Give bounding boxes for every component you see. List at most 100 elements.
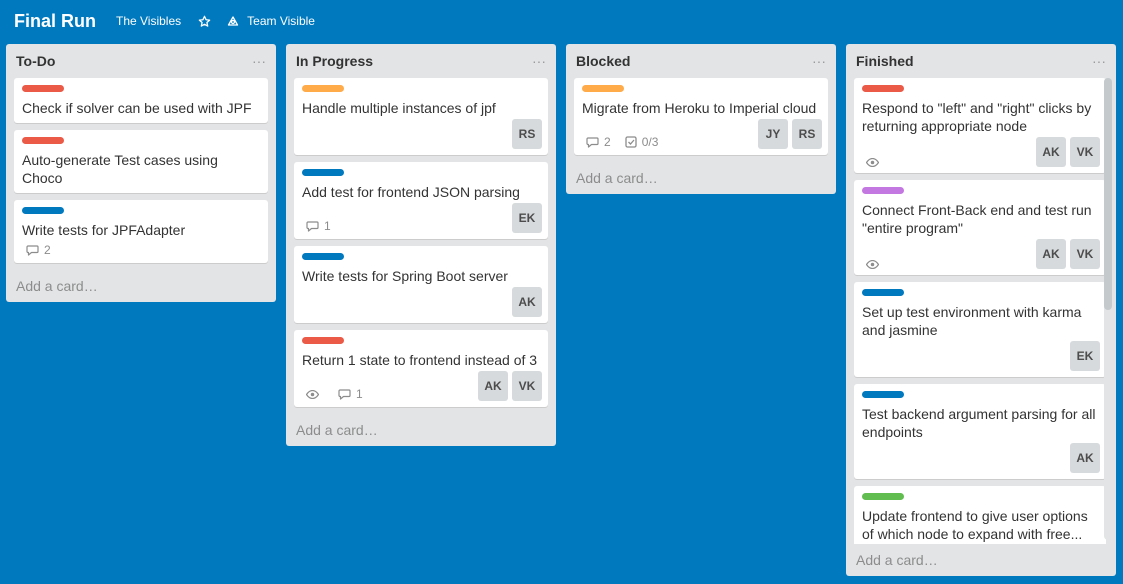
card-title: Handle multiple instances of jpf bbox=[302, 100, 496, 116]
member-avatar[interactable]: VK bbox=[1070, 239, 1100, 269]
card-footer: RS bbox=[302, 117, 542, 149]
comments-count: 2 bbox=[44, 243, 51, 257]
team-button[interactable]: Team Visible bbox=[227, 14, 315, 28]
card-badges: 2 bbox=[22, 239, 61, 257]
member-avatar[interactable]: VK bbox=[512, 371, 542, 401]
member-avatar[interactable]: AK bbox=[1070, 443, 1100, 473]
card-label bbox=[862, 493, 904, 500]
member-avatar[interactable]: RS bbox=[792, 119, 822, 149]
card-title: Migrate from Heroku to Imperial cloud bbox=[582, 100, 817, 116]
card[interactable]: Handle multiple instances of jpf RS bbox=[294, 78, 548, 155]
card-list: Migrate from Heroku to Imperial cloud 2 0/… bbox=[566, 78, 836, 155]
comment-icon bbox=[306, 220, 319, 232]
list-title[interactable]: In Progress bbox=[296, 53, 373, 69]
member-avatar[interactable]: VK bbox=[1070, 137, 1100, 167]
member-avatar[interactable]: RS bbox=[512, 119, 542, 149]
list-blocked: Blocked ··· Migrate from Heroku to Imperia… bbox=[566, 44, 836, 194]
list-to-do: To-Do ··· Check if solver can be used with… bbox=[6, 44, 276, 302]
card[interactable]: Migrate from Heroku to Imperial cloud 2 0/… bbox=[574, 78, 828, 155]
card-label bbox=[22, 85, 64, 92]
add-card-button[interactable]: Add a card… bbox=[566, 162, 836, 194]
card[interactable]: Update frontend to give user options of … bbox=[854, 486, 1106, 544]
card-title: Return 1 state to frontend instead of 3 bbox=[302, 352, 538, 368]
card-badges: 2 0/3 bbox=[582, 131, 668, 149]
member-avatar[interactable]: EK bbox=[512, 203, 542, 233]
card-members: AK bbox=[508, 287, 542, 317]
comments-count: 1 bbox=[356, 387, 363, 401]
card[interactable]: Respond to "left" and "right" clicks by … bbox=[854, 78, 1106, 173]
card-title: Connect Front-Back end and test run "ent… bbox=[862, 202, 1092, 236]
eye-icon bbox=[306, 389, 319, 399]
more-icon[interactable]: ··· bbox=[812, 54, 826, 68]
checklist-badge: 0/3 bbox=[625, 135, 659, 149]
add-card-button[interactable]: Add a card… bbox=[286, 414, 556, 446]
card-label bbox=[302, 253, 344, 260]
list-scrollbar[interactable] bbox=[1104, 78, 1112, 540]
card-footer: AK bbox=[862, 441, 1100, 473]
card-footer: AK VK bbox=[862, 135, 1100, 167]
comments-badge: 2 bbox=[586, 135, 611, 149]
card-label bbox=[862, 187, 904, 194]
card-list: Respond to "left" and "right" clicks by … bbox=[846, 78, 1116, 544]
add-card-button[interactable]: Add a card… bbox=[846, 544, 1116, 576]
checklist-icon bbox=[625, 136, 637, 148]
member-avatar[interactable]: AK bbox=[1036, 137, 1066, 167]
card-footer: 2 0/3 JY RS bbox=[582, 117, 822, 149]
card[interactable]: Connect Front-Back end and test run "ent… bbox=[854, 180, 1106, 275]
eye-icon bbox=[866, 260, 879, 269]
card-members: AK VK bbox=[1032, 137, 1100, 167]
more-icon[interactable]: ··· bbox=[1092, 54, 1106, 68]
card-title: Test backend argument parsing for all en… bbox=[862, 406, 1096, 440]
card-title: Auto-generate Test cases using Choco bbox=[22, 152, 218, 186]
comment-icon bbox=[586, 136, 599, 148]
member-avatar[interactable]: JY bbox=[758, 119, 788, 149]
card[interactable]: Check if solver can be used with JPF bbox=[14, 78, 268, 123]
member-avatar[interactable]: AK bbox=[478, 371, 508, 401]
card-badges bbox=[862, 154, 894, 167]
list-title[interactable]: Blocked bbox=[576, 53, 630, 69]
scrollbar-thumb[interactable] bbox=[1104, 78, 1112, 310]
comment-icon bbox=[26, 244, 39, 256]
card[interactable]: Return 1 state to frontend instead of 3 1… bbox=[294, 330, 548, 407]
list-title[interactable]: To-Do bbox=[16, 53, 55, 69]
list-title[interactable]: Finished bbox=[856, 53, 914, 69]
card-badges: 1 bbox=[302, 383, 373, 401]
card[interactable]: Write tests for Spring Boot server AK bbox=[294, 246, 548, 323]
checklist-count: 0/3 bbox=[641, 135, 659, 149]
card[interactable]: Add test for frontend JSON parsing 1 EK bbox=[294, 162, 548, 239]
list-header: Finished ··· bbox=[846, 44, 1116, 78]
card[interactable]: Auto-generate Test cases using Choco bbox=[14, 130, 268, 193]
card-title: Write tests for Spring Boot server bbox=[302, 268, 508, 284]
board-header: Final Run The Visibles Team Visible bbox=[0, 0, 1123, 42]
member-avatar[interactable]: EK bbox=[1070, 341, 1100, 371]
more-icon[interactable]: ··· bbox=[532, 54, 546, 68]
team-label: Team Visible bbox=[247, 14, 315, 28]
card-label bbox=[862, 289, 904, 296]
card-members: JY RS bbox=[754, 119, 822, 149]
board-title[interactable]: Final Run bbox=[14, 11, 96, 32]
member-avatar[interactable]: AK bbox=[1036, 239, 1066, 269]
card-label bbox=[302, 337, 344, 344]
list-header: To-Do ··· bbox=[6, 44, 276, 78]
comments-count: 2 bbox=[604, 135, 611, 149]
card-title: Write tests for JPFAdapter bbox=[22, 222, 186, 238]
comments-badge: 2 bbox=[26, 243, 51, 257]
org-button[interactable]: The Visibles bbox=[116, 14, 181, 28]
watch-badge bbox=[866, 260, 884, 269]
more-icon[interactable]: ··· bbox=[252, 54, 266, 68]
comment-icon bbox=[338, 388, 351, 400]
star-button[interactable] bbox=[195, 12, 213, 30]
watch-badge bbox=[306, 389, 324, 399]
comments-badge: 1 bbox=[306, 219, 331, 233]
card[interactable]: Write tests for JPFAdapter 2 bbox=[14, 200, 268, 263]
card-label bbox=[22, 207, 64, 214]
card-footer: 1 EK bbox=[302, 201, 542, 233]
member-avatar[interactable]: AK bbox=[512, 287, 542, 317]
add-card-button[interactable]: Add a card… bbox=[6, 270, 276, 302]
card[interactable]: Test backend argument parsing for all en… bbox=[854, 384, 1106, 479]
card-title: Respond to "left" and "right" clicks by … bbox=[862, 100, 1092, 134]
card-label bbox=[582, 85, 624, 92]
card-members: AK bbox=[1066, 443, 1100, 473]
team-icon bbox=[228, 16, 239, 26]
card[interactable]: Set up test environment with karma and j… bbox=[854, 282, 1106, 377]
